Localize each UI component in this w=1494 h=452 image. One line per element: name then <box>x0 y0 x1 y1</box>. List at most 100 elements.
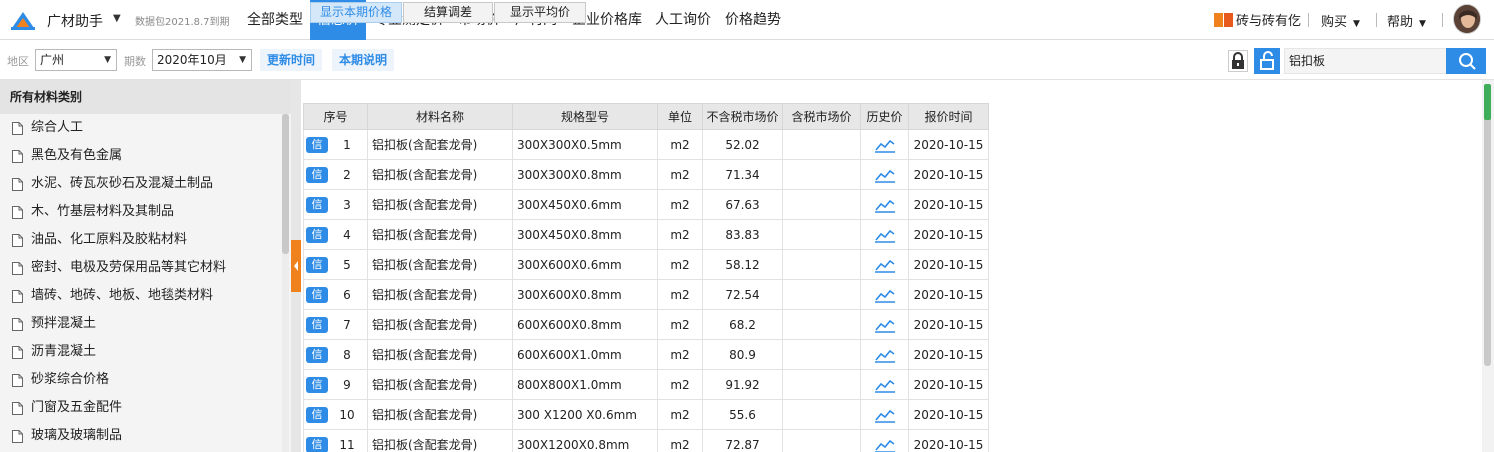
row-number: 9 <box>343 377 351 392</box>
lock-icon[interactable] <box>1228 50 1248 72</box>
category-item[interactable]: 水泥、砖瓦灰砂石及混凝土制品 <box>0 170 281 198</box>
period-note-button[interactable]: 本期说明 <box>332 49 395 71</box>
col-header-no[interactable]: 序号 <box>303 103 368 130</box>
buy-menu[interactable]: 购买 ▼ <box>1321 11 1360 30</box>
tax-price-cell <box>782 159 861 190</box>
search-input[interactable]: 铝扣板 <box>1284 48 1452 74</box>
info-badge[interactable]: 信 <box>306 376 328 393</box>
search-button[interactable] <box>1446 48 1486 74</box>
category-item[interactable]: 砂浆综合价格 <box>0 366 281 394</box>
history-cell <box>860 129 909 160</box>
category-item[interactable]: 黑色及有色金属 <box>0 142 281 170</box>
avatar[interactable] <box>1453 4 1481 34</box>
table-row[interactable]: 信 10 铝扣板(含配套龙骨) 300 X1200 X0.6mm m2 55.6 2020-… <box>303 399 989 430</box>
trend-chart-icon[interactable] <box>874 167 896 183</box>
col-header-price[interactable]: 不含税市场价 <box>702 103 783 130</box>
document-icon <box>12 401 23 415</box>
help-menu[interactable]: 帮助 ▼ <box>1387 11 1426 30</box>
region-select[interactable]: 广州 ▼ <box>35 49 117 71</box>
app-name-menu[interactable]: 广材助手 <box>47 11 103 31</box>
date-cell: 2020-10-15 <box>908 429 989 452</box>
info-badge[interactable]: 信 <box>306 316 328 333</box>
sidebar-scrollbar[interactable] <box>282 114 289 452</box>
category-item[interactable]: 墙砖、地砖、地板、地毯类材料 <box>0 282 281 310</box>
table-row[interactable]: 信 4 铝扣板(含配套龙骨) 300X450X0.8mm m2 83.83 2020-10-… <box>303 219 989 250</box>
nav-all-types[interactable]: 全部类型 <box>241 0 309 40</box>
info-badge[interactable]: 信 <box>306 136 328 153</box>
scrollbar-thumb[interactable] <box>1484 96 1491 366</box>
row-no-cell: 信9 <box>303 369 368 400</box>
unlock-icon[interactable] <box>1254 48 1280 74</box>
table-row[interactable]: 信 5 铝扣板(含配套龙骨) 300X600X0.6mm m2 58.12 2020-10-… <box>303 249 989 280</box>
history-cell <box>860 189 909 220</box>
category-label: 黑色及有色金属 <box>31 148 123 163</box>
info-badge[interactable]: 信 <box>306 286 328 303</box>
trend-chart-icon[interactable] <box>874 317 896 333</box>
trend-chart-icon[interactable] <box>874 347 896 363</box>
user-photo-icon <box>1454 5 1480 33</box>
table-row[interactable]: 信 3 铝扣板(含配套龙骨) 300X450X0.6mm m2 67.63 2020-10-… <box>303 189 989 220</box>
table-row[interactable]: 信 8 铝扣板(含配套龙骨) 600X600X1.0mm m2 80.9 2020-10-1… <box>303 339 989 370</box>
nav-manual-inquiry[interactable]: 人工询价 <box>655 0 711 40</box>
table-row[interactable]: 信 11 铝扣板(含配套龙骨) 300X1200X0.8mm m2 72.87 2020-1… <box>303 429 989 452</box>
period-label: 期数 <box>124 55 146 68</box>
col-header-unit[interactable]: 单位 <box>657 103 703 130</box>
trend-chart-icon[interactable] <box>874 437 896 452</box>
info-badge[interactable]: 信 <box>306 226 328 243</box>
unit-cell: m2 <box>657 309 703 340</box>
category-item[interactable]: 综合人工 <box>0 114 281 142</box>
tax-price-cell <box>782 309 861 340</box>
info-badge[interactable]: 信 <box>306 196 328 213</box>
trend-chart-icon[interactable] <box>874 287 896 303</box>
table-row[interactable]: 信 2 铝扣板(含配套龙骨) 300X300X0.8mm m2 71.34 2020-10-… <box>303 159 989 190</box>
trend-chart-icon[interactable] <box>874 137 896 153</box>
col-header-date[interactable]: 报价时间 <box>908 103 989 130</box>
category-item[interactable]: 木、竹基层材料及其制品 <box>0 198 281 226</box>
collapse-sidebar-handle[interactable] <box>291 240 301 292</box>
info-badge[interactable]: 信 <box>306 406 328 423</box>
document-icon <box>12 429 23 443</box>
col-header-spec[interactable]: 规格型号 <box>512 103 658 130</box>
info-badge[interactable]: 信 <box>306 346 328 363</box>
category-item[interactable]: 沥青混凝土 <box>0 338 281 366</box>
update-time-button[interactable]: 更新时间 <box>260 49 323 71</box>
history-cell <box>860 249 909 280</box>
category-label: 预拌混凝土 <box>31 316 97 331</box>
trend-chart-icon[interactable] <box>874 407 896 423</box>
tab-settlement-adjust[interactable]: 结算调差 <box>403 2 493 23</box>
table-row[interactable]: 信 1 铝扣板(含配套龙骨) 300X300X0.5mm m2 52.02 2020-10-… <box>303 129 989 160</box>
chevron-down-icon: ▼ <box>104 55 111 65</box>
table-row[interactable]: 信 6 铝扣板(含配套龙骨) 300X600X0.8mm m2 72.54 2020-10-… <box>303 279 989 310</box>
trend-chart-icon[interactable] <box>874 377 896 393</box>
category-item[interactable]: 油品、化工原料及胶粘材料 <box>0 226 281 254</box>
date-cell: 2020-10-15 <box>908 129 989 160</box>
period-select[interactable]: 2020年10月 ▼ <box>152 49 252 71</box>
info-badge[interactable]: 信 <box>306 256 328 273</box>
tab-average-price[interactable]: 显示平均价 <box>494 2 586 23</box>
category-item[interactable]: 玻璃及玻璃制品 <box>0 422 281 450</box>
table-row[interactable]: 信 7 铝扣板(含配套龙骨) 600X600X0.8mm m2 68.2 2020-10-1… <box>303 309 989 340</box>
trend-chart-icon[interactable] <box>874 197 896 213</box>
category-item[interactable]: 门窗及五金配件 <box>0 394 281 422</box>
spec-cell: 600X600X1.0mm <box>512 339 658 370</box>
col-header-name[interactable]: 材料名称 <box>367 103 513 130</box>
table-row[interactable]: 信 9 铝扣板(含配套龙骨) 800X800X1.0mm m2 91.92 2020-10-… <box>303 369 989 400</box>
category-item[interactable]: 密封、电极及劳保用品等其它材料 <box>0 254 281 282</box>
trend-chart-icon[interactable] <box>874 257 896 273</box>
col-header-history[interactable]: 历史价 <box>860 103 909 130</box>
info-badge[interactable]: 信 <box>306 166 328 183</box>
row-number: 1 <box>343 137 351 152</box>
document-icon <box>12 261 23 275</box>
col-header-tax-price[interactable]: 含税市场价 <box>782 103 861 130</box>
category-item[interactable]: 预拌混凝土 <box>0 310 281 338</box>
promo-link[interactable]: 砖与砖有仡 <box>1214 10 1301 29</box>
info-badge[interactable]: 信 <box>306 436 328 452</box>
price-cell: 52.02 <box>702 129 783 160</box>
tab-current-price[interactable]: 显示本期价格 <box>310 2 402 23</box>
chevron-down-icon[interactable]: ▼ <box>113 13 121 24</box>
trend-chart-icon[interactable] <box>874 227 896 243</box>
help-label: 帮助 <box>1387 15 1414 30</box>
nav-price-trend[interactable]: 价格趋势 <box>725 0 781 40</box>
scrollbar-thumb[interactable] <box>282 114 289 254</box>
row-no-cell: 信 10 <box>303 399 368 430</box>
